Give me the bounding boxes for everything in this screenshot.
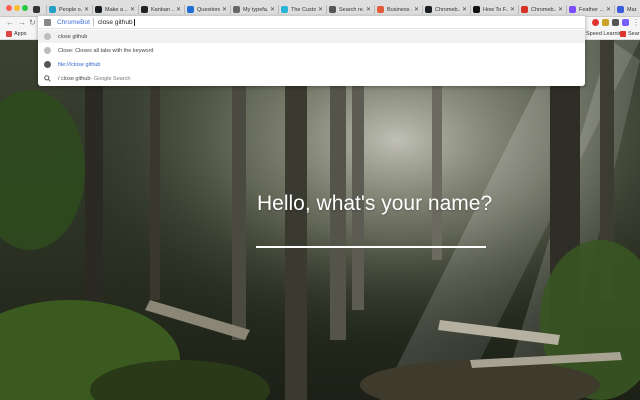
- close-icon[interactable]: ✕: [510, 6, 515, 13]
- tab-title: Chromeb...: [531, 6, 556, 13]
- keyword-icon: [44, 47, 51, 54]
- back-arrow-icon[interactable]: ←: [6, 18, 14, 28]
- tab-title: My typefa...: [243, 6, 268, 13]
- tab-title: Questions: [197, 6, 220, 13]
- bookmark-favicon: [620, 31, 626, 37]
- tab-1[interactable]: Make a ... ✕: [92, 2, 138, 17]
- suggestion-item[interactable]: close github: [38, 30, 585, 43]
- text-caret: [133, 18, 135, 26]
- close-icon[interactable]: ✕: [318, 6, 323, 13]
- tab-title: Kanban ...: [151, 6, 174, 13]
- close-icon[interactable]: ✕: [366, 6, 371, 13]
- tab-2[interactable]: Kanban ... ✕: [138, 2, 184, 17]
- keyword-separator: [92, 18, 94, 26]
- forward-arrow-icon[interactable]: →: [18, 18, 26, 28]
- tab-0[interactable]: People o... ✕: [46, 2, 92, 17]
- suggestion-item[interactable]: / close github - Google Search: [38, 72, 585, 85]
- close-icon[interactable]: ✕: [222, 6, 227, 13]
- search-icon: [44, 75, 51, 82]
- close-icon[interactable]: ✕: [558, 6, 563, 13]
- close-icon[interactable]: ✕: [130, 6, 135, 13]
- suggestion-text: Close: Closes all tabs with the keyword: [58, 47, 154, 54]
- tab-6[interactable]: Search re... ✕: [326, 2, 374, 17]
- tab-favicon: [141, 6, 148, 13]
- close-icon[interactable]: ✕: [462, 6, 467, 13]
- tab-favicon: [33, 6, 40, 13]
- keyword-icon: [44, 33, 51, 40]
- tab-pinned[interactable]: [30, 2, 46, 17]
- close-icon[interactable]: ✕: [606, 6, 611, 13]
- tab-5[interactable]: The Custo... ✕: [278, 2, 326, 17]
- tab-favicon: [49, 6, 56, 13]
- tab-8[interactable]: Chromeb... ✕: [422, 2, 470, 17]
- tab-favicon: [521, 6, 528, 13]
- omnibox-typed-text: close github: [97, 18, 133, 26]
- suggestion-url: file:///close github: [58, 61, 101, 68]
- close-icon[interactable]: ✕: [270, 6, 275, 13]
- tab-strip: People o... ✕ Make a ... ✕ Kanban ... ✕ …: [0, 0, 640, 17]
- reload-icon[interactable]: ↻: [29, 18, 36, 28]
- tab-favicon: [473, 6, 480, 13]
- tab-favicon: [569, 6, 576, 13]
- tab-11[interactable]: Feather ... ✕: [566, 2, 614, 17]
- profile-avatar-icon[interactable]: [622, 19, 629, 26]
- window-zoom-button[interactable]: [22, 5, 28, 11]
- tab-favicon: [329, 6, 336, 13]
- menu-kebab-icon[interactable]: ⋮: [632, 18, 640, 28]
- opera-extension-icon[interactable]: [592, 19, 599, 26]
- tab-4[interactable]: My typefa... ✕: [230, 2, 278, 17]
- extension-icon[interactable]: [602, 19, 609, 26]
- name-prompt-heading: Hello, what's your name?: [257, 192, 493, 215]
- omnibox-keyword: ChromeBot: [57, 18, 90, 26]
- tab-favicon: [281, 6, 288, 13]
- tab-favicon: [617, 6, 624, 13]
- tab-9[interactable]: How To F... ✕: [470, 2, 518, 17]
- globe-icon: [44, 61, 51, 68]
- tab-favicon: [233, 6, 240, 13]
- tab-title: Make a ...: [105, 6, 128, 13]
- tab-title: Mar...: [627, 6, 637, 13]
- close-icon[interactable]: ✕: [414, 6, 419, 13]
- suggestion-text: close github: [58, 33, 88, 40]
- tab-favicon: [377, 6, 384, 13]
- suggestion-item[interactable]: Close: Closes all tabs with the keyword: [38, 44, 585, 57]
- bookmark-sear[interactable]: Sear: [620, 31, 640, 37]
- bookmark-label: Sear: [628, 31, 640, 37]
- tab-12[interactable]: Mar...: [614, 2, 640, 17]
- omnibox-dropdown: ChromeBot close github close github Clos…: [38, 16, 585, 86]
- github-icon: [425, 6, 432, 13]
- close-icon[interactable]: ✕: [84, 6, 89, 13]
- tab-title: Search re...: [339, 6, 364, 13]
- extension-icon[interactable]: [612, 19, 619, 26]
- suggestion-suffix: - Google Search: [90, 75, 131, 82]
- window-close-button[interactable]: [6, 5, 12, 11]
- close-icon[interactable]: ✕: [176, 6, 181, 13]
- tab-title: Business ...: [387, 6, 412, 13]
- suggestion-text: / close github: [58, 75, 91, 82]
- suggestion-item[interactable]: file:///close github: [38, 58, 585, 71]
- tab-title: Feather ...: [579, 6, 604, 13]
- bookmark-label: Apps: [14, 31, 27, 37]
- window-minimize-button[interactable]: [14, 5, 20, 11]
- bookmark-apps[interactable]: Apps: [6, 31, 27, 37]
- tab-10[interactable]: Chromeb... ✕: [518, 2, 566, 17]
- name-input[interactable]: [256, 228, 486, 248]
- tab-7[interactable]: Business ... ✕: [374, 2, 422, 17]
- tab-title: Chromeb...: [435, 6, 460, 13]
- tab-title: How To F...: [483, 6, 508, 13]
- apps-grid-icon: [6, 31, 12, 37]
- tab-title: People o...: [59, 6, 82, 13]
- github-icon: [95, 6, 102, 13]
- tab-3[interactable]: Questions ✕: [184, 2, 230, 17]
- address-bar-input[interactable]: ChromeBot close github: [38, 16, 585, 29]
- tab-favicon: [187, 6, 194, 13]
- keyword-icon: [44, 18, 51, 26]
- tab-title: The Custo...: [291, 6, 316, 13]
